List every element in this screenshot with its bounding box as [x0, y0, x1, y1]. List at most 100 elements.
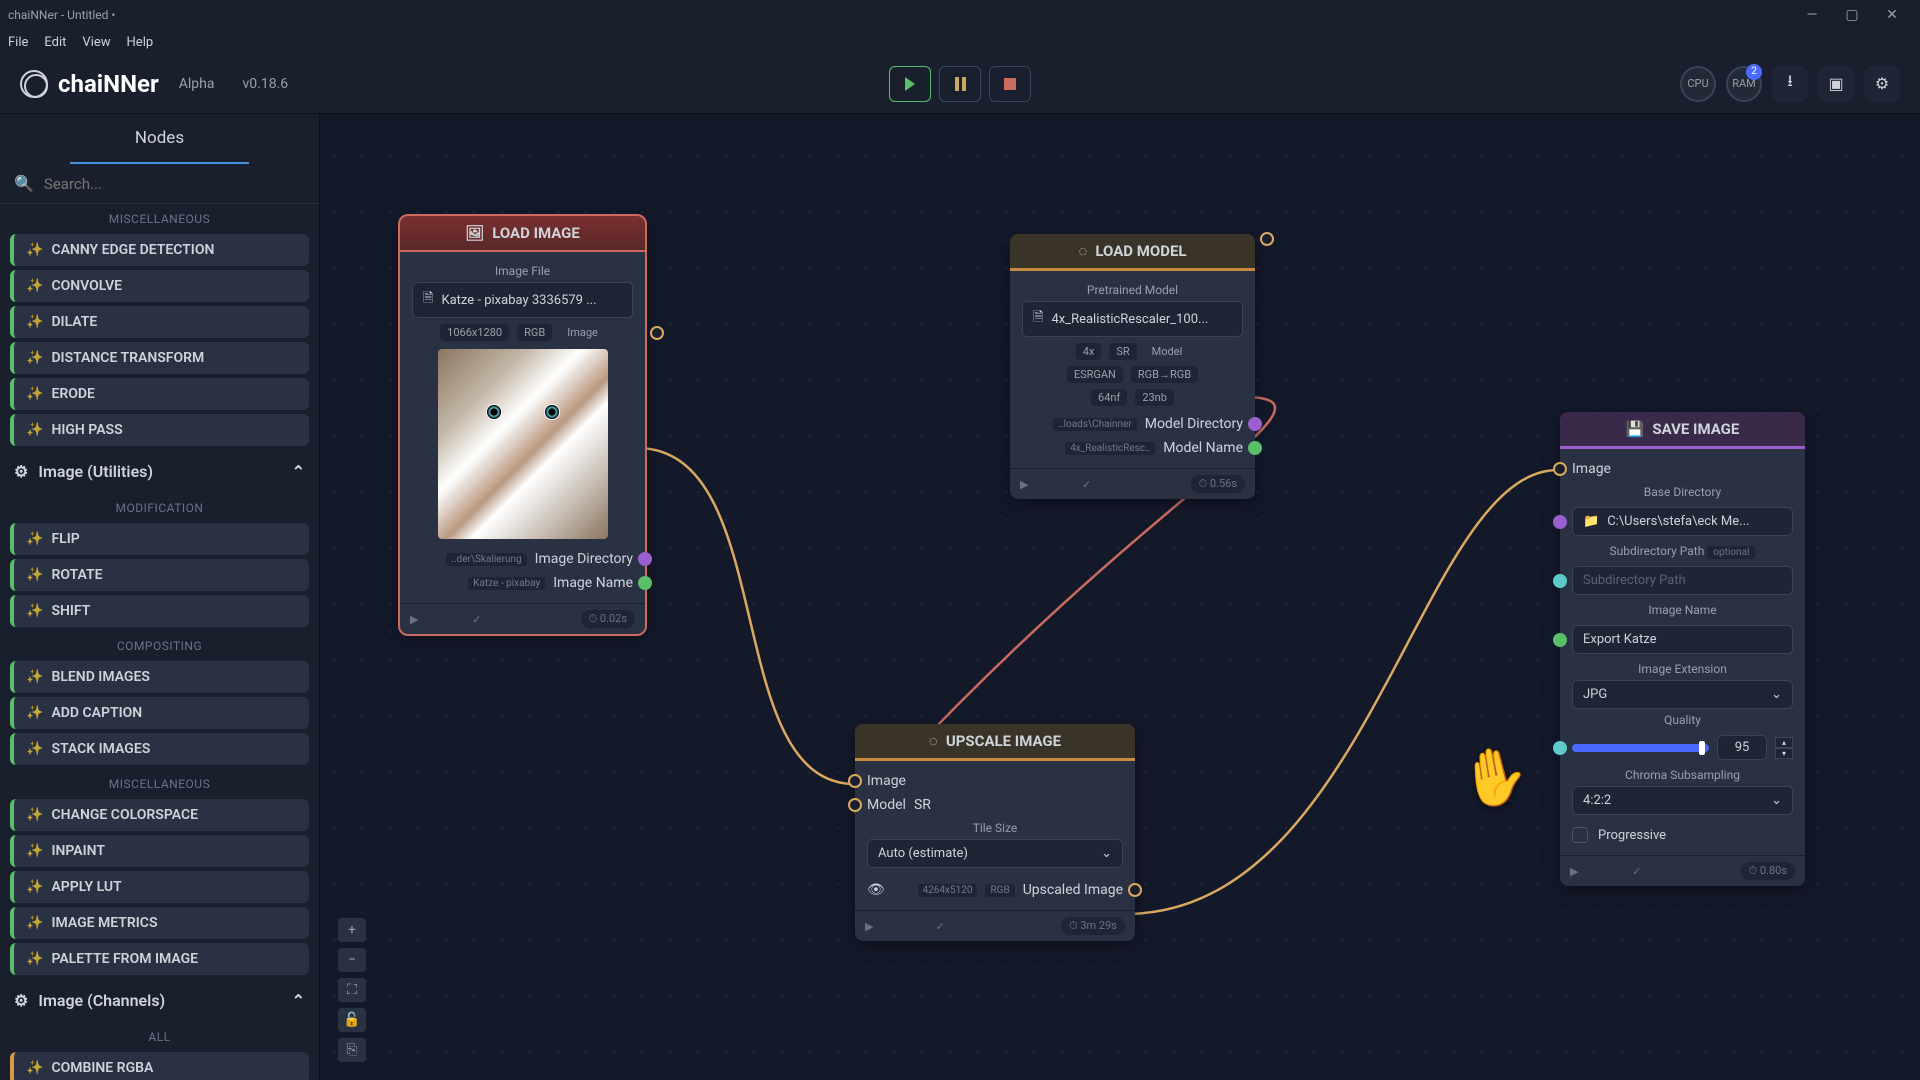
node-item[interactable]: ✨PALETTE FROM IMAGE	[10, 943, 309, 975]
name-input[interactable]: Export Katze	[1572, 625, 1793, 654]
node-item[interactable]: ✨ADD CAPTION	[10, 697, 309, 729]
node-header[interactable]: ◌UPSCALE IMAGE	[855, 724, 1135, 761]
eye-icon[interactable]: 👁	[867, 882, 885, 898]
output-port[interactable]	[638, 576, 652, 590]
canvas[interactable]: 🖼LOAD IMAGE Image File 🗎Katze - pixabay …	[320, 114, 1920, 1080]
run-button[interactable]	[889, 66, 931, 102]
input-port[interactable]	[1553, 462, 1567, 476]
play-icon[interactable]: ▶	[865, 920, 873, 933]
progressive-checkbox[interactable]	[1572, 827, 1588, 843]
node-item[interactable]: ✨APPLY LUT	[10, 871, 309, 903]
close-button[interactable]: ✕	[1872, 7, 1912, 23]
input-port[interactable]	[1553, 633, 1567, 647]
download-button[interactable]: ⭳	[1772, 66, 1808, 102]
file-picker[interactable]: 🗎4x_RealisticRescaler_100...	[1022, 301, 1243, 337]
quality-stepper[interactable]: ▴▾	[1775, 737, 1793, 759]
menu-help[interactable]: Help	[127, 35, 154, 50]
node-item[interactable]: ✨DILATE	[10, 306, 309, 338]
fit-view-button[interactable]: ⛶	[338, 978, 366, 1002]
minimize-button[interactable]: —	[1792, 7, 1832, 23]
play-icon[interactable]: ▶	[410, 613, 418, 626]
file-picker[interactable]: 🗎Katze - pixabay 3336579 ...	[412, 282, 633, 318]
screenshot-button[interactable]: ▣	[1818, 66, 1854, 102]
output-port[interactable]	[638, 552, 652, 566]
stop-button[interactable]	[989, 66, 1031, 102]
window-title: chaiNNer - Untitled •	[8, 8, 115, 22]
menu-view[interactable]: View	[82, 35, 110, 50]
quality-slider[interactable]	[1572, 744, 1709, 752]
node-item[interactable]: ✨COMBINE RGBA	[10, 1052, 309, 1080]
node-load-image[interactable]: 🖼LOAD IMAGE Image File 🗎Katze - pixabay …	[400, 216, 645, 634]
node-header[interactable]: ◌LOAD MODEL	[1010, 234, 1255, 271]
sidebar[interactable]: Nodes 🔍 MISCELLANEOUS ✨CANNY EDGE DETECT…	[0, 114, 320, 1080]
play-icon[interactable]: ▶	[1020, 478, 1028, 491]
output-port[interactable]	[1248, 417, 1262, 431]
category-utilities[interactable]: ⚙Image (Utilities)⌃	[0, 450, 319, 493]
pause-button[interactable]	[939, 66, 981, 102]
dims-tag: 1066x1280	[440, 324, 509, 341]
image-preview	[438, 349, 608, 539]
node-upscale-image[interactable]: ◌UPSCALE IMAGE Image ModelSR Tile Size A…	[855, 724, 1135, 941]
zoom-controls: + − ⛶ 🔓 ⎘	[338, 918, 366, 1062]
field-label: Quality	[1572, 713, 1793, 727]
zoom-out-button[interactable]: −	[338, 948, 366, 972]
node-item[interactable]: ✨ERODE	[10, 378, 309, 410]
quality-value[interactable]: 95	[1717, 735, 1767, 760]
node-save-image[interactable]: 💾SAVE IMAGE Image Base Directory 📁C:\Use…	[1560, 412, 1805, 886]
input-port[interactable]	[1553, 515, 1567, 529]
node-load-model[interactable]: ◌LOAD MODEL Pretrained Model 🗎4x_Realist…	[1010, 234, 1255, 499]
extension-select[interactable]: JPG⌄	[1572, 680, 1793, 709]
node-item[interactable]: ✨INPAINT	[10, 835, 309, 867]
node-item[interactable]: ✨STACK IMAGES	[10, 733, 309, 765]
tile-size-select[interactable]: Auto (estimate)⌄	[867, 839, 1123, 868]
input-port[interactable]	[848, 798, 862, 812]
node-item[interactable]: ✨ROTATE	[10, 559, 309, 591]
play-icon[interactable]: ▶	[1570, 865, 1578, 878]
wand-icon: ✨	[26, 705, 43, 721]
wand-icon: ✨	[26, 843, 43, 859]
menu-file[interactable]: File	[8, 35, 28, 50]
node-item[interactable]: ✨HIGH PASS	[10, 414, 309, 446]
output-port[interactable]	[650, 326, 664, 340]
settings-button[interactable]: ⚙	[1864, 66, 1900, 102]
wand-icon: ✨	[26, 350, 43, 366]
node-item[interactable]: ✨IMAGE METRICS	[10, 907, 309, 939]
zoom-in-button[interactable]: +	[338, 918, 366, 942]
output-label: Upscaled Image	[1023, 882, 1123, 898]
nodes-tab[interactable]: Nodes	[70, 114, 249, 164]
chroma-select[interactable]: 4:2:2⌄	[1572, 786, 1793, 815]
time-badge: ⏱ 0.02s	[581, 610, 635, 628]
node-item[interactable]: ✨BLEND IMAGES	[10, 661, 309, 693]
field-label: Tile Size	[867, 821, 1123, 835]
input-port[interactable]	[1553, 574, 1567, 588]
directory-picker[interactable]: 📁C:\Users\stefa\eck Me...	[1572, 507, 1793, 536]
node-header[interactable]: 🖼LOAD IMAGE	[400, 216, 645, 252]
node-item[interactable]: ✨FLIP	[10, 523, 309, 555]
category-channels[interactable]: ⚙Image (Channels)⌃	[0, 979, 319, 1022]
node-item[interactable]: ✨SHIFT	[10, 595, 309, 627]
output-port[interactable]	[1260, 232, 1274, 246]
lock-button[interactable]: 🔓	[338, 1008, 366, 1032]
node-header[interactable]: 💾SAVE IMAGE	[1560, 412, 1805, 449]
ram-chip[interactable]: RAM2	[1726, 66, 1762, 102]
export-button[interactable]: ⎘	[338, 1038, 366, 1062]
output-label: Model	[1145, 343, 1190, 360]
menu-edit[interactable]: Edit	[44, 35, 66, 50]
input-port[interactable]	[1553, 741, 1567, 755]
wand-icon: ✨	[26, 531, 43, 547]
gear-icon: ⚙	[14, 991, 28, 1010]
cpu-chip[interactable]: CPU	[1680, 66, 1716, 102]
output-port[interactable]	[1248, 441, 1262, 455]
output-label: Image Directory	[535, 551, 633, 567]
node-item[interactable]: ✨CANNY EDGE DETECTION	[10, 234, 309, 266]
maximize-button[interactable]: ▢	[1832, 7, 1872, 23]
field-label: Image Extension	[1572, 662, 1793, 676]
node-item[interactable]: ✨DISTANCE TRANSFORM	[10, 342, 309, 374]
output-port[interactable]	[1128, 883, 1142, 897]
input-port[interactable]	[848, 774, 862, 788]
node-item[interactable]: ✨CHANGE COLORSPACE	[10, 799, 309, 831]
subdirectory-input[interactable]: Subdirectory Path	[1572, 566, 1793, 595]
search-input[interactable]	[44, 175, 305, 193]
node-item[interactable]: ✨CONVOLVE	[10, 270, 309, 302]
wand-icon: ✨	[26, 603, 43, 619]
